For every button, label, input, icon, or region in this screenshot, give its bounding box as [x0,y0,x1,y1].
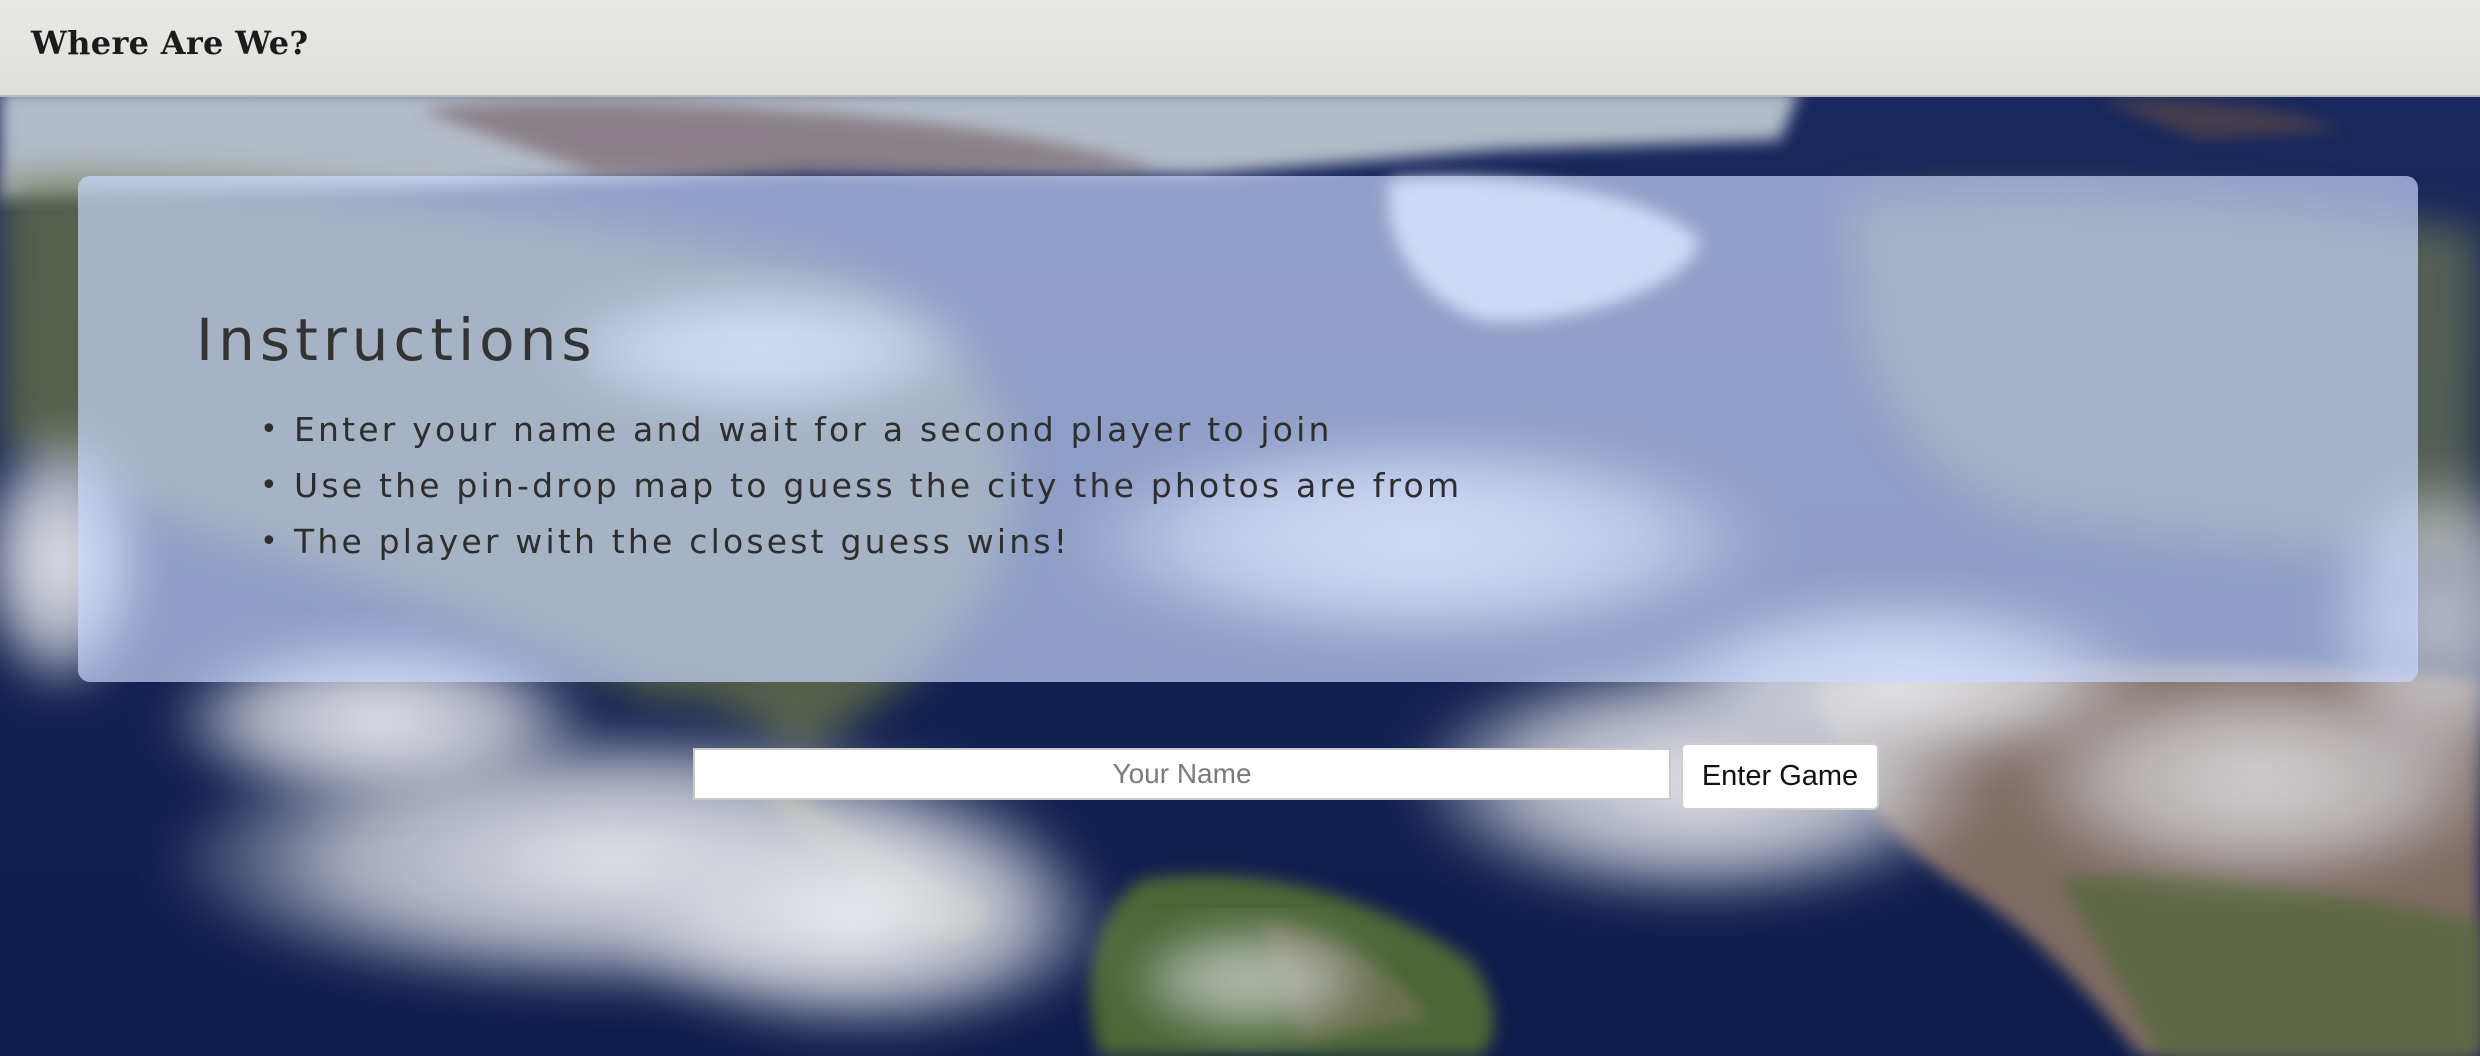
top-navbar: Where Are We? [0,0,2480,97]
instructions-panel: Instructions • Enter your name and wait … [78,176,2418,682]
name-input[interactable] [693,748,1671,800]
brand-title[interactable]: Where Are We? [31,24,308,62]
list-item: • Enter your name and wait for a second … [260,402,1462,458]
instruction-text: The player with the closest guess wins! [294,522,1071,561]
bullet-icon: • [260,468,281,503]
instruction-text: Use the pin-drop map to guess the city t… [294,466,1463,505]
instructions-title: Instructions [196,306,597,374]
list-item: • The player with the closest guess wins… [260,514,1462,570]
bullet-icon: • [260,524,281,559]
instructions-list: • Enter your name and wait for a second … [260,402,1463,570]
list-item: • Use the pin-drop map to guess the city… [260,458,1463,514]
bullet-icon: • [260,412,281,447]
instruction-text: Enter your name and wait for a second pl… [294,410,1333,449]
enter-game-button[interactable]: Enter Game [1681,743,1879,810]
